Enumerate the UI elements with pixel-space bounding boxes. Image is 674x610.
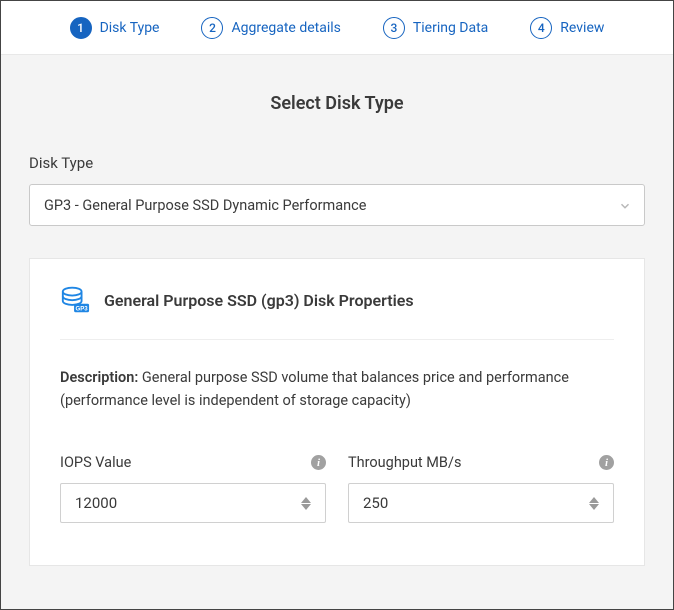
step-tiering-data[interactable]: 3 Tiering Data	[383, 17, 488, 39]
throughput-label: Throughput MB/s	[348, 454, 461, 471]
step-review[interactable]: 4 Review	[530, 17, 604, 39]
description-row: Description: General purpose SSD volume …	[60, 366, 614, 412]
page-body: Select Disk Type Disk Type GP3 - General…	[1, 55, 673, 609]
step-number: 3	[383, 17, 405, 39]
step-number: 2	[201, 17, 223, 39]
throughput-column: Throughput MB/s i	[348, 454, 614, 523]
step-aggregate-details[interactable]: 2 Aggregate details	[201, 17, 340, 39]
stepper-control[interactable]	[301, 491, 319, 515]
iops-column: IOPS Value i	[60, 454, 326, 523]
throughput-input-wrap[interactable]	[348, 483, 614, 523]
iops-input[interactable]	[75, 494, 291, 512]
page-title: Select Disk Type	[29, 93, 645, 114]
card-title: General Purpose SSD (gp3) Disk Propertie…	[104, 291, 414, 310]
disk-type-label: Disk Type	[29, 154, 645, 172]
step-number: 4	[530, 17, 552, 39]
step-disk-type[interactable]: 1 Disk Type	[70, 17, 160, 39]
info-icon[interactable]: i	[599, 455, 614, 470]
wizard-stepper: 1 Disk Type 2 Aggregate details 3 Tierin…	[1, 1, 673, 55]
chevron-down-icon	[618, 198, 632, 212]
iops-input-wrap[interactable]	[60, 483, 326, 523]
stepper-control[interactable]	[589, 491, 607, 515]
step-label: Aggregate details	[231, 20, 340, 36]
description-label: Description:	[60, 369, 138, 386]
svg-text:GP3: GP3	[75, 305, 88, 312]
step-label: Review	[560, 20, 604, 36]
step-label: Tiering Data	[413, 20, 488, 36]
disk-type-select[interactable]: GP3 - General Purpose SSD Dynamic Perfor…	[29, 184, 645, 226]
step-number: 1	[70, 17, 92, 39]
step-label: Disk Type	[100, 20, 160, 36]
throughput-input[interactable]	[363, 494, 579, 512]
info-icon[interactable]: i	[311, 455, 326, 470]
disk-type-value: GP3 - General Purpose SSD Dynamic Perfor…	[44, 197, 366, 214]
inputs-row: IOPS Value i Throughput MB/s i	[60, 454, 614, 523]
iops-label: IOPS Value	[60, 454, 131, 471]
disk-stack-icon: GP3	[60, 285, 90, 315]
disk-properties-card: GP3 General Purpose SSD (gp3) Disk Prope…	[29, 258, 645, 566]
card-header: GP3 General Purpose SSD (gp3) Disk Prope…	[60, 285, 614, 340]
